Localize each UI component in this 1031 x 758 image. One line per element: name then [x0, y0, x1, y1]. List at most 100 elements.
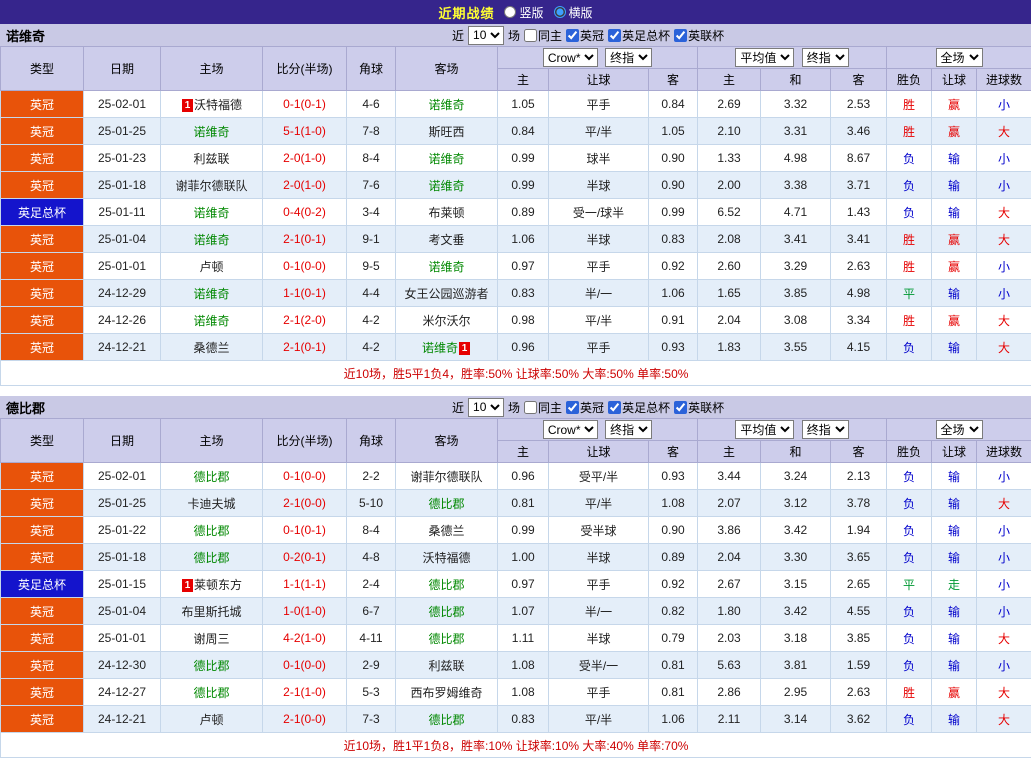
- eu-home-odds: 2.04: [698, 307, 761, 334]
- ah-company-select[interactable]: Crow*: [543, 420, 598, 439]
- vertical-layout-radio[interactable]: [504, 6, 516, 18]
- col-home: 主场: [161, 47, 263, 91]
- sub-handicap: 让球: [932, 69, 977, 91]
- eu-company-select[interactable]: 平均值: [735, 420, 794, 439]
- league-toggle-facup[interactable]: 英足总杯: [608, 399, 670, 416]
- eu-company-select[interactable]: 平均值: [735, 48, 794, 67]
- eu-away-odds: 3.46: [831, 118, 887, 145]
- result-winlose: 负: [887, 517, 932, 544]
- away-team: 米尔沃尔: [396, 307, 498, 334]
- ah-away-odds: 1.06: [649, 706, 698, 733]
- result-winlose: 平: [887, 571, 932, 598]
- match-row: 英足总杯25-01-11诺维奇0-4(0-2)3-4布莱顿0.89受一/球半0.…: [1, 199, 1031, 226]
- league-type-badge: 英冠: [1, 652, 84, 679]
- team-name: 谢菲尔德联队: [175, 179, 247, 193]
- facup-checkbox[interactable]: [608, 401, 621, 414]
- league-type-badge: 英冠: [1, 544, 84, 571]
- ah-home-odds: 0.98: [498, 307, 549, 334]
- home-team: 诺维奇: [161, 199, 263, 226]
- same-home-checkbox[interactable]: [524, 29, 537, 42]
- ah-away-odds: 0.81: [649, 652, 698, 679]
- ah-away-odds: 0.92: [649, 571, 698, 598]
- layout-option-horizontal[interactable]: 横版: [554, 4, 593, 21]
- league-toggle-eflcup[interactable]: 英联杯: [674, 399, 724, 416]
- same-home-label: 同主: [538, 399, 562, 416]
- eu-draw-odds: 3.29: [761, 253, 831, 280]
- same-home-checkbox[interactable]: [524, 401, 537, 414]
- eu-draw-odds: 3.30: [761, 544, 831, 571]
- result-goals: 大: [977, 307, 1031, 334]
- eu-home-odds: 2.00: [698, 172, 761, 199]
- home-team: 卡迪夫城: [161, 490, 263, 517]
- ah-home-odds: 0.96: [498, 334, 549, 361]
- result-scope-select[interactable]: 全场: [936, 48, 983, 67]
- horizontal-layout-radio[interactable]: [554, 6, 566, 18]
- league-type-badge: 英冠: [1, 226, 84, 253]
- team-name: 桑德兰: [428, 524, 464, 538]
- match-count-select[interactable]: 10: [468, 398, 504, 417]
- result-winlose: 负: [887, 490, 932, 517]
- league-type-badge: 英冠: [1, 145, 84, 172]
- facup-checkbox[interactable]: [608, 29, 621, 42]
- championship-checkbox[interactable]: [566, 29, 579, 42]
- result-goals: 大: [977, 706, 1031, 733]
- corner-score: 2-4: [347, 571, 396, 598]
- team-name: 桑德兰: [193, 341, 229, 355]
- near-label: 近: [452, 399, 464, 416]
- col-home: 主场: [161, 419, 263, 463]
- result-handicap: 输: [932, 598, 977, 625]
- match-row: 英冠25-02-011沃特福德0-1(0-1)4-6诺维奇1.05平手0.842…: [1, 91, 1031, 118]
- away-team: 诺维奇: [396, 91, 498, 118]
- result-goals: 小: [977, 463, 1031, 490]
- matches-table-norwich: 类型 日期 主场 比分(半场) 角球 客场 Crow* 终指 平均值 终指 全场: [0, 46, 1031, 386]
- ah-handicap: 平手: [549, 91, 649, 118]
- same-home-toggle[interactable]: 同主: [524, 27, 562, 44]
- same-home-toggle[interactable]: 同主: [524, 399, 562, 416]
- result-winlose: 负: [887, 652, 932, 679]
- ah-away-odds: 0.89: [649, 544, 698, 571]
- match-row: 英冠25-01-23利兹联2-0(1-0)8-4诺维奇0.99球半0.901.3…: [1, 145, 1031, 172]
- eflcup-checkbox[interactable]: [674, 401, 687, 414]
- match-count-select[interactable]: 10: [468, 26, 504, 45]
- ah-handicap: 半球: [549, 172, 649, 199]
- ah-company-select[interactable]: Crow*: [543, 48, 598, 67]
- ah-stage-select[interactable]: 终指: [605, 48, 652, 67]
- result-handicap: 输: [932, 490, 977, 517]
- matches-body-derby: 英冠25-02-01德比郡0-1(0-0)2-2谢菲尔德联队0.96受平/半0.…: [1, 463, 1031, 733]
- championship-checkbox[interactable]: [566, 401, 579, 414]
- match-row: 英冠25-01-18德比郡0-2(0-1)4-8沃特福德1.00半球0.892.…: [1, 544, 1031, 571]
- team-name: 德比郡: [428, 713, 464, 727]
- away-team: 诺维奇: [396, 145, 498, 172]
- layout-option-vertical[interactable]: 竖版: [504, 4, 543, 21]
- league-toggle-eflcup[interactable]: 英联杯: [674, 27, 724, 44]
- team-name: 诺维奇: [193, 287, 229, 301]
- eu-home-odds: 1.33: [698, 145, 761, 172]
- league-toggle-facup[interactable]: 英足总杯: [608, 27, 670, 44]
- corner-score: 4-2: [347, 334, 396, 361]
- league-toggle-championship[interactable]: 英冠: [566, 27, 604, 44]
- league-toggle-championship[interactable]: 英冠: [566, 399, 604, 416]
- team-name: 德比郡: [193, 524, 229, 538]
- result-handicap: 输: [932, 199, 977, 226]
- ah-stage-select[interactable]: 终指: [605, 420, 652, 439]
- home-team: 桑德兰: [161, 334, 263, 361]
- ah-away-odds: 0.92: [649, 253, 698, 280]
- eu-stage-select[interactable]: 终指: [802, 420, 849, 439]
- eu-stage-select[interactable]: 终指: [802, 48, 849, 67]
- result-scope-select[interactable]: 全场: [936, 420, 983, 439]
- red-card-badge: 1: [459, 342, 470, 355]
- ah-away-odds: 0.84: [649, 91, 698, 118]
- team-name: 诺维奇: [193, 125, 229, 139]
- ah-away-odds: 0.81: [649, 679, 698, 706]
- team-name: 卢顿: [199, 260, 223, 274]
- team-name: 卢顿: [199, 713, 223, 727]
- eu-home-odds: 2.60: [698, 253, 761, 280]
- sub-eu-draw: 和: [761, 441, 831, 463]
- home-team: 卢顿: [161, 706, 263, 733]
- eflcup-checkbox[interactable]: [674, 29, 687, 42]
- eu-draw-odds: 3.42: [761, 598, 831, 625]
- eu-away-odds: 1.59: [831, 652, 887, 679]
- matches-table-derby: 类型 日期 主场 比分(半场) 角球 客场 Crow* 终指 平均值 终指 全场: [0, 418, 1031, 758]
- team-name: 莱顿东方: [194, 578, 242, 592]
- eu-home-odds: 1.80: [698, 598, 761, 625]
